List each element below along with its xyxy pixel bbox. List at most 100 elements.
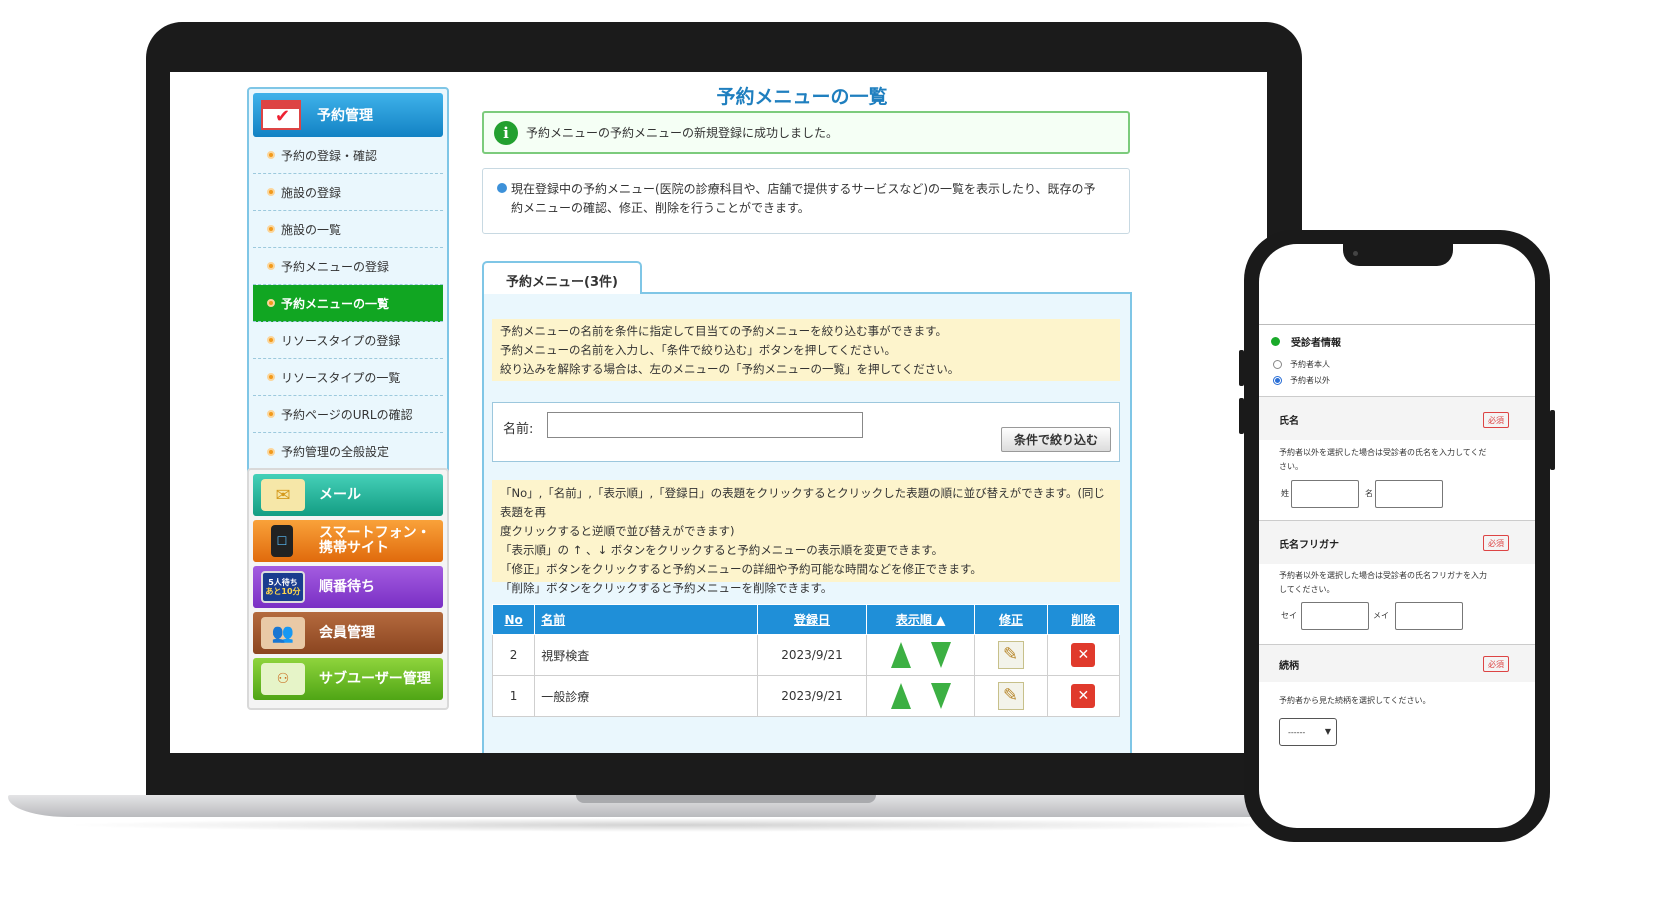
move-up-icon[interactable] <box>890 642 911 668</box>
cell-delete: ✕ <box>1046 675 1121 717</box>
sidebar-item-facility-register[interactable]: 施設の登録 <box>253 174 443 211</box>
help-line: 「No」,「名前」,「表示順」,「登録日」の表題をクリックするとクリックした表題… <box>500 486 1105 519</box>
radio-other[interactable]: 予約者以外 <box>1273 374 1330 388</box>
relation-select[interactable]: ------ ▼ <box>1279 718 1337 746</box>
sei-kana-label: セイ <box>1281 611 1297 620</box>
name-input[interactable] <box>547 412 863 438</box>
page-title: 予約メニューの一覧 <box>716 86 888 108</box>
sei-label: 姓 <box>1281 489 1289 498</box>
sidebar-item-menu-register[interactable]: 予約メニューの登録 <box>253 248 443 285</box>
bullet-icon <box>267 336 275 344</box>
queue-button[interactable]: 5人待ち あと10分 順番待ち <box>253 566 443 608</box>
smartphone-icon: ☐ <box>271 525 293 557</box>
laptop-notch <box>576 795 876 803</box>
table-row: 1 一般診療 2023/9/21 ✕ <box>491 675 1121 717</box>
cell-order <box>865 675 976 717</box>
move-down-icon[interactable] <box>930 683 951 709</box>
sidebar-item-resource-type-register[interactable]: リソースタイプの登録 <box>253 322 443 359</box>
divider <box>1259 324 1535 325</box>
help-line: 絞り込みを解除する場合は、左のメニューの「予約メニューの一覧」を押してください。 <box>500 362 960 376</box>
relation-selected-value: ------ <box>1288 727 1306 737</box>
filter-button[interactable]: 条件で絞り込む <box>1001 427 1111 452</box>
radio-button[interactable] <box>1273 376 1282 385</box>
name-help-line2: さい。 <box>1279 462 1303 471</box>
sidebar-item-page-url[interactable]: 予約ページのURLの確認 <box>253 396 443 433</box>
bullet-icon <box>267 225 275 233</box>
menu-table: No 名前 登録日 表示順 ▲ 修正 削除 2 視野検査 2023/9/21 ✕ <box>491 604 1121 717</box>
sidebar-item-reservation-register[interactable]: 予約の登録・確認 <box>253 137 443 174</box>
info-icon: i <box>494 120 518 145</box>
page-description: 現在登録中の予約メニュー(医院の診療科目や、店舗で提供するサービスなど)の一覧を… <box>482 168 1130 234</box>
edit-icon[interactable] <box>997 682 1024 710</box>
sidebar-header[interactable]: 予約管理 <box>253 93 443 137</box>
cell-edit <box>974 675 1048 717</box>
mei-input[interactable] <box>1375 480 1443 508</box>
sidebar-item-menu-list[interactable]: 予約メニューの一覧 <box>253 285 443 322</box>
cell-edit <box>974 634 1048 676</box>
success-message-text: 予約メニューの予約メニューの新規登録に成功しました。 <box>526 126 839 140</box>
org-chart-icon: ⚇ <box>261 663 305 695</box>
radio-self[interactable]: 予約者本人 <box>1273 358 1330 372</box>
bullet-icon <box>267 151 275 159</box>
required-badge: 必須 <box>1483 412 1509 428</box>
cell-no: 1 <box>491 675 536 717</box>
help-line: 予約メニューの名前を条件に指定して目当ての予約メニューを絞り込む事ができます。 <box>500 324 948 338</box>
help-line: 予約メニューの名前を入力し、「条件で絞り込む」ボタンを押してください。 <box>500 343 897 357</box>
smartphone-site-button[interactable]: ☐ スマートフォン・ 携帯サイト <box>253 520 443 562</box>
sidebar-item-label: 予約メニューの登録 <box>281 259 390 274</box>
member-management-button[interactable]: 👥 会員管理 <box>253 612 443 654</box>
tab-reservation-menu[interactable]: 予約メニュー(3件) <box>482 261 642 294</box>
mail-label: メール <box>319 486 361 503</box>
move-up-icon[interactable] <box>890 683 911 709</box>
mail-button[interactable]: ✉ メール <box>253 474 443 516</box>
name-label: 名前: <box>503 422 534 437</box>
bullet-icon <box>267 447 275 456</box>
search-help: 予約メニューの名前を条件に指定して目当ての予約メニューを絞り込む事ができます。 … <box>492 319 1120 381</box>
subuser-management-button[interactable]: ⚇ サブユーザー管理 <box>253 658 443 700</box>
description-line1: 現在登録中の予約メニュー(医院の診療科目や、店舗で提供するサービスなど)の一覧を… <box>511 182 1096 196</box>
column-header-delete: 削除 <box>1046 604 1121 635</box>
bullet-icon <box>267 299 275 307</box>
calendar-icon <box>261 100 301 130</box>
name-help-line1: 予約者以外を選択した場合は受診者の氏名を入力してくだ <box>1279 448 1487 457</box>
sidebar-item-label: 予約の登録・確認 <box>281 148 378 163</box>
sidebar-item-facility-list[interactable]: 施設の一覧 <box>253 211 443 248</box>
laptop-screen: 予約管理 予約の登録・確認 施設の登録 施設の一覧 予約メニューの登録 予約メニ… <box>170 72 1267 753</box>
success-message: i 予約メニューの予約メニューの新規登録に成功しました。 <box>482 111 1130 154</box>
column-header-order[interactable]: 表示順 ▲ <box>865 604 976 635</box>
queue-display-icon: 5人待ち あと10分 <box>261 571 305 603</box>
people-icon: 👥 <box>261 617 305 649</box>
status-dot-icon <box>1271 337 1280 346</box>
move-down-icon[interactable] <box>930 642 951 668</box>
column-header-name[interactable]: 名前 <box>534 604 759 635</box>
delete-icon[interactable]: ✕ <box>1071 684 1096 708</box>
chevron-down-icon: ▼ <box>1324 727 1331 736</box>
queue-label: 順番待ち <box>319 578 375 595</box>
edit-icon[interactable] <box>997 641 1024 669</box>
member-label: 会員管理 <box>319 624 375 641</box>
sidebar-item-resource-type-list[interactable]: リソースタイプの一覧 <box>253 359 443 396</box>
help-line: 「表示順」の ↑ 、↓ ボタンをクリックすると予約メニューの表示順を変更できます… <box>500 543 944 557</box>
cell-date: 2023/9/21 <box>757 634 867 676</box>
delete-icon[interactable]: ✕ <box>1071 643 1096 667</box>
sei-kana-input[interactable] <box>1301 602 1369 630</box>
column-header-no[interactable]: No <box>491 604 536 635</box>
column-header-date[interactable]: 登録日 <box>757 604 867 635</box>
radio-button[interactable] <box>1273 360 1282 369</box>
sidebar-item-label: 施設の登録 <box>281 185 342 200</box>
bullet-icon <box>267 373 275 381</box>
mei-kana-input[interactable] <box>1395 602 1463 630</box>
help-line: 「修正」ボタンをクリックすると予約メニューの詳細や予約可能な時間などを修正できま… <box>500 562 982 576</box>
phone-screen: 受診者情報 予約者本人 予約者以外 氏名 必須 予約者以外を選択した場合は受診者… <box>1259 244 1535 828</box>
mei-kana-label: メイ <box>1373 611 1389 620</box>
menu-list-panel: 予約メニューの名前を条件に指定して目当ての予約メニューを絞り込む事ができます。 … <box>482 292 1132 753</box>
table-row: 2 視野検査 2023/9/21 ✕ <box>491 634 1121 676</box>
sidebar-item-label: 施設の一覧 <box>281 222 342 237</box>
kana-help-line1: 予約者以外を選択した場合は受診者の氏名フリガナを入力 <box>1279 571 1487 580</box>
cell-name: 視野検査 <box>534 634 759 676</box>
sidebar-item-general-settings[interactable]: 予約管理の全般設定 <box>253 433 443 470</box>
sidebar-item-label: 予約ページのURLの確認 <box>281 407 413 422</box>
sei-input[interactable] <box>1291 480 1359 508</box>
sidebar-item-label: 予約管理の全般設定 <box>281 445 390 459</box>
bullet-icon <box>267 188 275 196</box>
